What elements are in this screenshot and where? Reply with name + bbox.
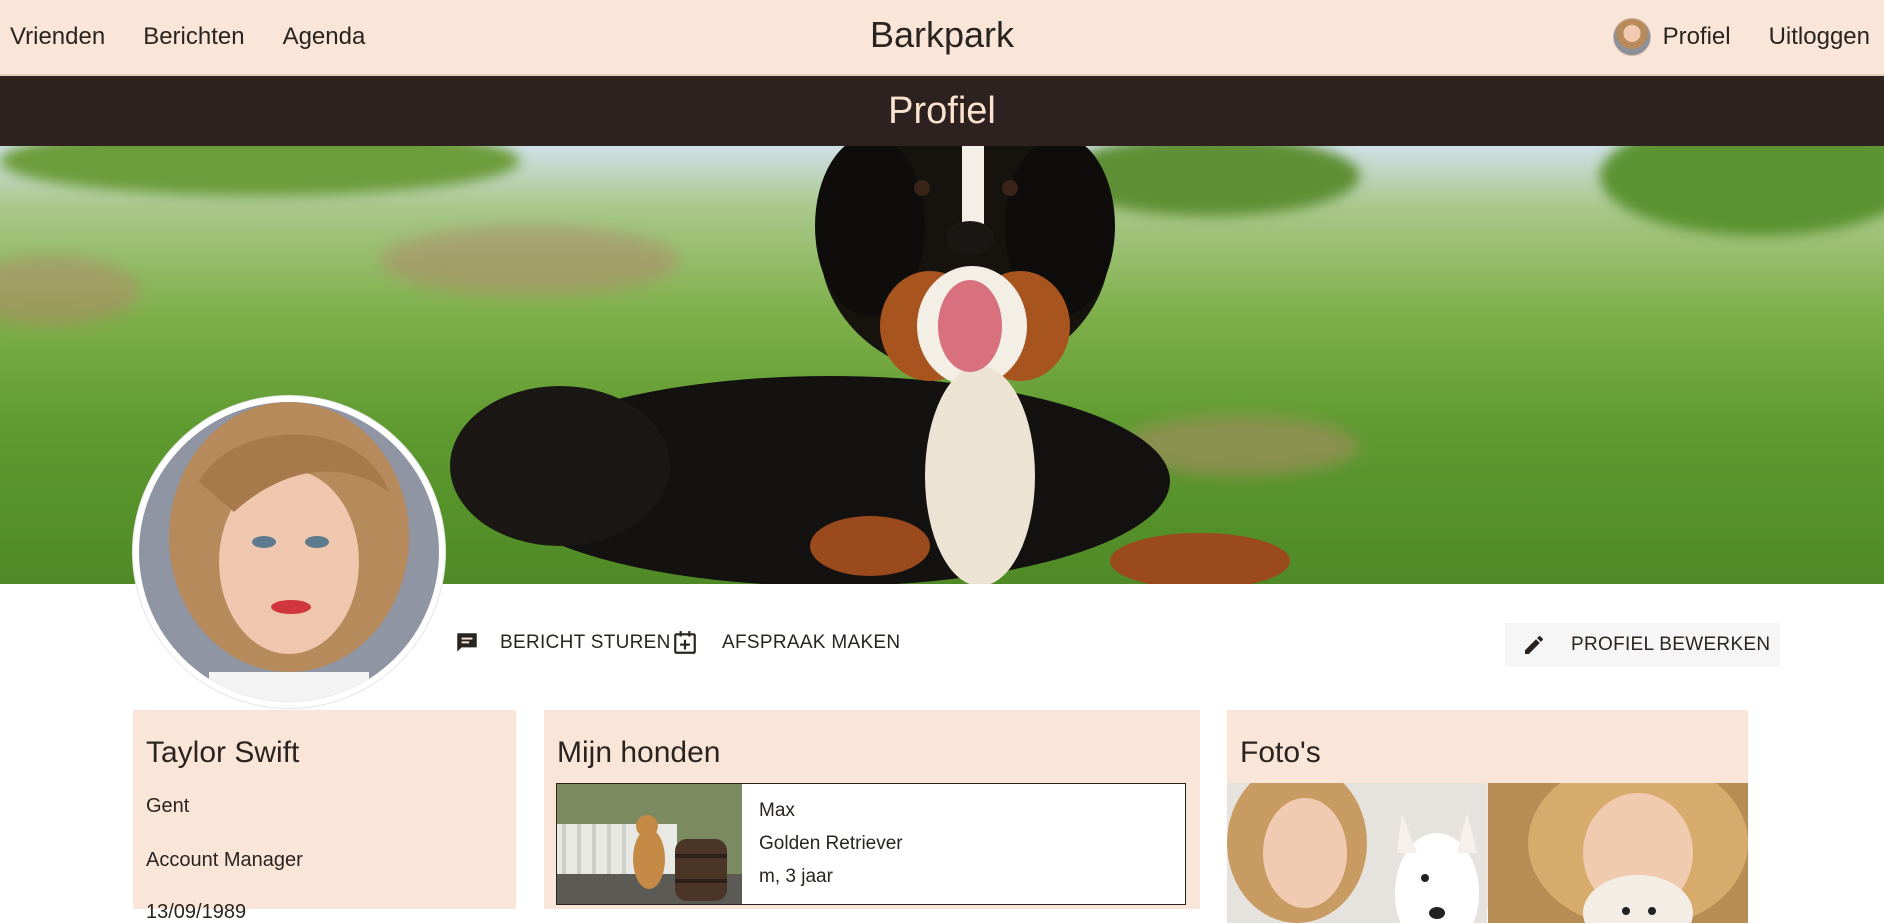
my-dogs-title: Mijn honden	[557, 736, 721, 769]
make-appointment-button[interactable]: AFSPRAAK MAKEN	[670, 628, 900, 658]
photo-thumbnail[interactable]	[1227, 783, 1487, 923]
photos-card: Foto's	[1227, 710, 1748, 923]
profile-avatar	[133, 396, 445, 708]
send-message-label: BERICHT STUREN	[500, 632, 671, 653]
nav-link-uitloggen[interactable]: Uitloggen	[1769, 23, 1870, 51]
nav-link-vrienden[interactable]: Vrienden	[10, 23, 105, 51]
profile-birthdate: 13/09/1989	[146, 901, 247, 923]
profile-name: Taylor Swift	[146, 736, 300, 769]
pencil-icon	[1519, 630, 1549, 660]
calendar-add-icon	[670, 628, 700, 658]
photos-title: Foto's	[1240, 736, 1321, 769]
nav-left-links: Vrienden Berichten Agenda	[10, 0, 365, 74]
message-icon	[452, 628, 482, 658]
dog-breed: Golden Retriever	[759, 833, 903, 854]
nav-link-berichten[interactable]: Berichten	[143, 23, 244, 51]
photo-thumbnail[interactable]	[1488, 783, 1748, 923]
profile-job: Account Manager	[146, 849, 303, 871]
make-appointment-label: AFSPRAAK MAKEN	[722, 632, 901, 653]
send-message-button[interactable]: BERICHT STUREN	[452, 628, 671, 658]
my-dogs-card: Mijn honden Max Golden Retriever m, 3 ja…	[544, 710, 1200, 909]
nav-link-agenda[interactable]: Agenda	[283, 23, 366, 51]
dog-details: m, 3 jaar	[759, 866, 833, 887]
profile-info-card: Taylor Swift Gent Account Manager 13/09/…	[133, 710, 516, 923]
profile-city: Gent	[146, 795, 190, 817]
dog-photo	[557, 784, 742, 904]
dog-name: Max	[759, 800, 795, 821]
nav-link-profiel[interactable]: Profiel	[1663, 23, 1731, 51]
nav-avatar[interactable]	[1612, 18, 1651, 56]
top-navigation: Vrienden Berichten Agenda Barkpark Profi…	[0, 0, 1884, 76]
edit-profile-label: PROFIEL BEWERKEN	[1571, 634, 1771, 655]
nav-right-links: Profiel Uitloggen	[1612, 0, 1870, 74]
dog-list-item[interactable]: Max Golden Retriever m, 3 jaar	[556, 783, 1186, 905]
page-title: Profiel	[0, 76, 1884, 146]
edit-profile-button[interactable]: PROFIEL BEWERKEN	[1505, 623, 1781, 667]
